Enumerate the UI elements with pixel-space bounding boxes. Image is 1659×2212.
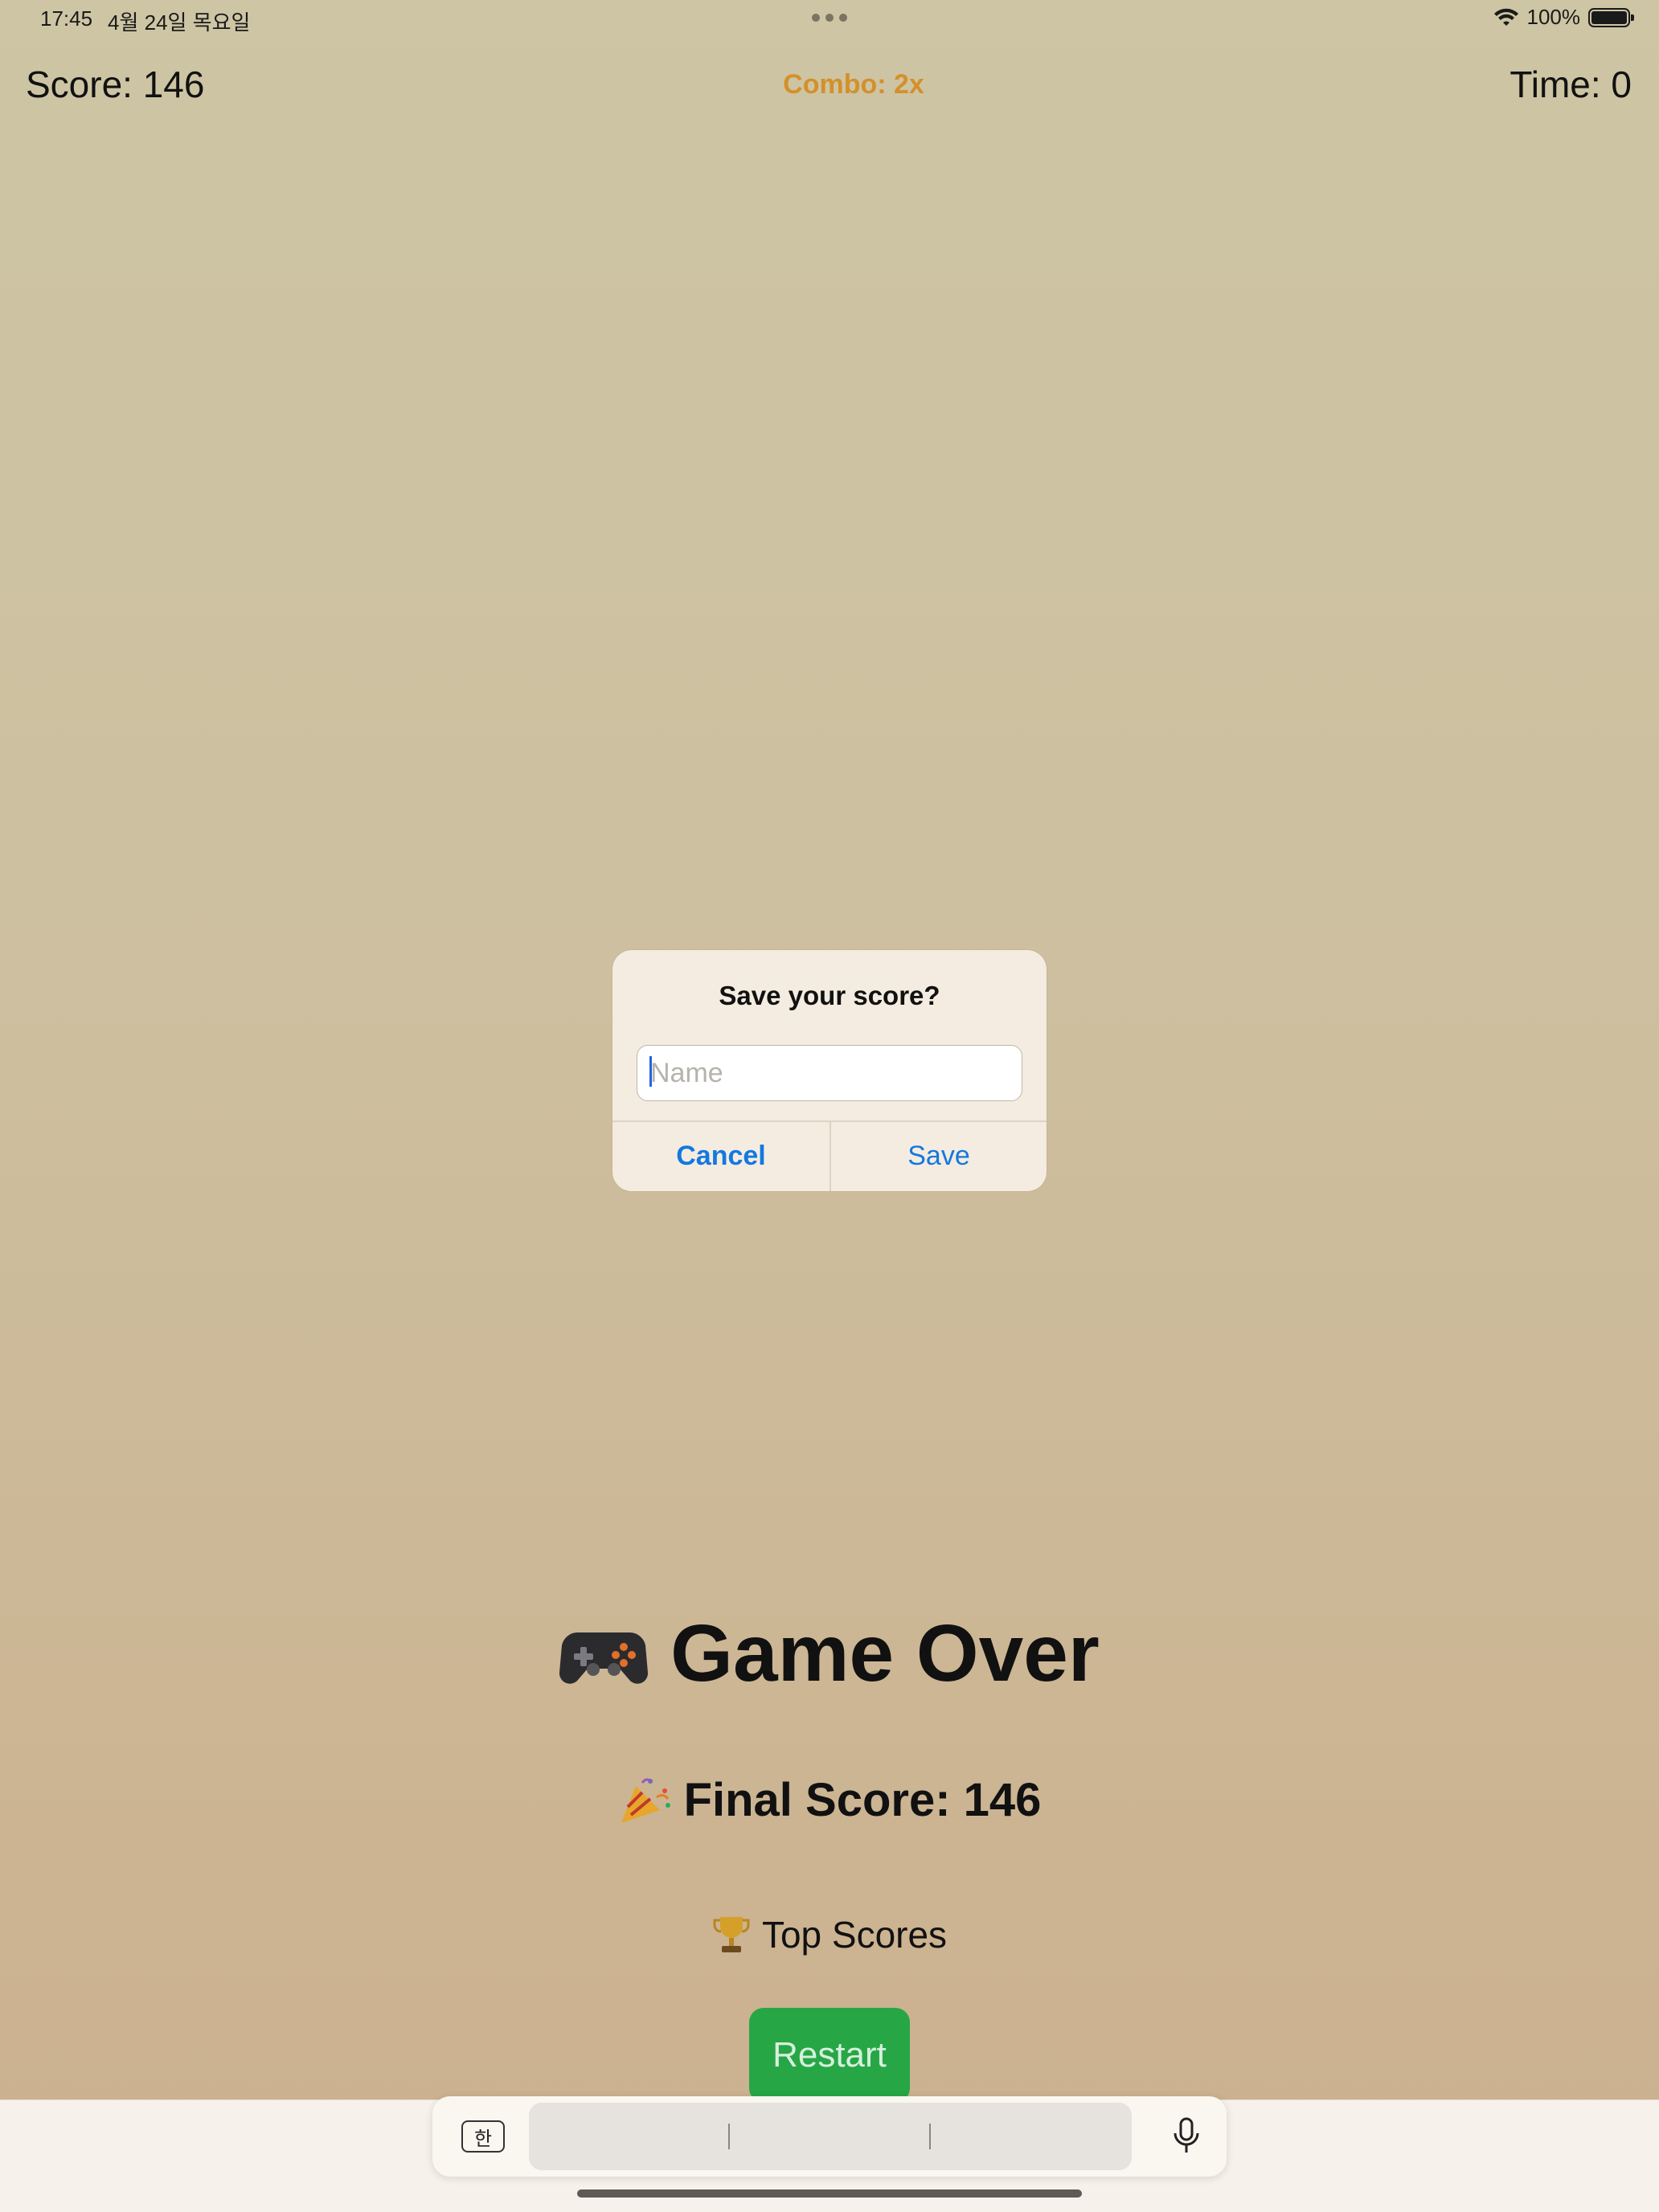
save-button[interactable]: Save [830, 1121, 1047, 1191]
microphone-icon[interactable] [1169, 2116, 1204, 2157]
hud-time: Time: 0 [1509, 63, 1632, 105]
final-score-text: Final Score: 146 [683, 1774, 1042, 1826]
status-time: 17:45 [40, 6, 93, 31]
battery-icon [1588, 7, 1634, 27]
suggestion-separator [728, 2124, 730, 2149]
home-indicator[interactable] [577, 2189, 1082, 2198]
wifi-icon [1493, 8, 1518, 26]
dialog-title: Save your score? [719, 981, 940, 1010]
language-switch-key[interactable]: 한 [461, 2120, 505, 2153]
party-popper-icon [621, 1778, 670, 1823]
status-indicators: 100% [1493, 5, 1634, 30]
trophy-icon [713, 1917, 750, 1952]
restart-button[interactable]: Restart [749, 2008, 910, 2103]
final-score: Final Score: 146 [0, 1773, 1659, 1827]
battery-percent: 100% [1526, 5, 1581, 29]
name-input[interactable] [637, 1045, 1022, 1101]
save-score-dialog: Save your score? Cancel Save [612, 950, 1047, 1191]
gamepad-icon [559, 1632, 649, 1684]
status-date: 4월 24일 목요일 [108, 10, 251, 35]
game-over-text: Game Over [670, 1608, 1100, 1698]
suggestion-separator [929, 2124, 931, 2149]
cancel-button[interactable]: Cancel [612, 1121, 830, 1191]
top-scores-label[interactable]: Top Scores [762, 1913, 947, 1956]
keyboard-shortcut-bar: 한 [432, 2096, 1227, 2177]
predictive-text-bar[interactable] [529, 2103, 1132, 2170]
text-cursor [649, 1056, 652, 1087]
hud-combo: Combo: 2x [783, 69, 924, 100]
top-scores: Top Scores [0, 1913, 1659, 1956]
game-over-title: Game Over [0, 1608, 1659, 1700]
multitasking-dots-icon[interactable] [812, 11, 847, 24]
